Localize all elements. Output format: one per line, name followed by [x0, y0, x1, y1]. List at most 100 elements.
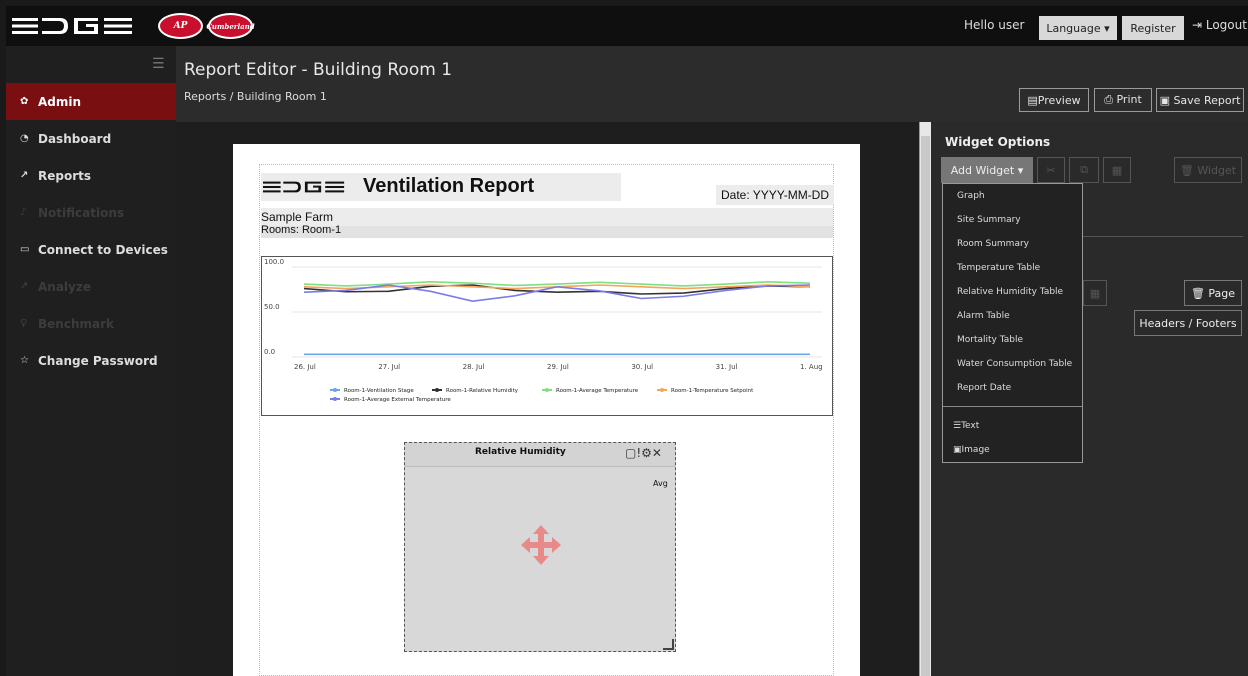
menu-item-room-summary[interactable]: Room Summary	[957, 239, 1029, 249]
menu-item-alarm-table[interactable]: Alarm Table	[957, 311, 1010, 321]
move-icon[interactable]	[519, 523, 563, 567]
sidebar-item-benchmark[interactable]: ♀ Benchmark	[6, 305, 176, 342]
edge-logo	[12, 18, 132, 34]
delete-page-button[interactable]: 🗑 Page	[1184, 280, 1242, 306]
menu-toggle-icon[interactable]: ☰	[152, 56, 165, 72]
register-button[interactable]: Register	[1122, 16, 1184, 40]
report-title: Ventilation Report	[363, 175, 535, 197]
trend-icon: ↗	[20, 281, 29, 292]
report-date[interactable]: Date: YYYY-MM-DD	[716, 185, 834, 205]
ap-badge: AP	[158, 13, 203, 39]
legend-marker	[545, 388, 549, 392]
add-widget-button[interactable]: Add Widget ▾	[941, 157, 1033, 183]
cumberland-badge: Cumberland	[206, 13, 255, 39]
legend-label: Room-1-Average Temperature	[556, 388, 639, 394]
widget-tools-icon[interactable]: ▢!⚙✕	[625, 446, 662, 460]
sidebar-item-admin[interactable]: ✿ Admin	[6, 83, 176, 120]
divider	[1083, 236, 1243, 237]
menu-item-water-table[interactable]: Water Consumption Table	[957, 359, 1072, 369]
paste-icon: ▦	[1103, 157, 1131, 183]
rooms-label: Rooms: Room-1	[261, 224, 342, 236]
breadcrumb[interactable]: Reports / Building Room 1	[184, 90, 327, 103]
language-button[interactable]: Language ▾	[1039, 16, 1117, 40]
widget-title: Relative Humidity	[475, 447, 566, 457]
edge-logo	[263, 181, 345, 193]
graph-widget[interactable]: 100.0 50.0 0.0 26. Jul 27. Jul 28. Jul 29. Jul…	[261, 256, 833, 416]
copy-icon: ⧉	[1069, 157, 1099, 183]
legend-label: Room-1-Average External Temperature	[344, 397, 451, 403]
add-widget-menu: Graph Site Summary Room Summary Temperat…	[942, 183, 1083, 463]
widget-options-panel: Widget Options Add Widget ▾ ✂ ⧉ ▦ 🗑 Widg…	[931, 122, 1248, 676]
sidebar-item-label: Admin	[38, 94, 82, 109]
sidebar-item-label: Notifications	[38, 205, 125, 220]
page-title: Report Editor - Building Room 1	[184, 60, 453, 80]
y-tick-label: 0.0	[264, 348, 275, 356]
legend-label: Room-1-Ventilation Stage	[344, 388, 414, 394]
farm-name: Sample Farm	[261, 210, 334, 224]
menu-item-graph[interactable]: Graph	[957, 191, 985, 201]
sidebar-item-label: Reports	[38, 168, 92, 183]
headers-footers-button[interactable]: Headers / Footers	[1134, 310, 1242, 336]
sidebar-item-change-password[interactable]: ☆ Change Password	[6, 342, 176, 379]
legend-marker	[660, 388, 664, 392]
sidebar-item-label: Benchmark	[38, 316, 114, 331]
sidebar-item-notifications[interactable]: ♪ Notifications	[6, 194, 176, 231]
menu-item-text[interactable]: ☰Text	[953, 421, 979, 431]
sidebar-item-label: Change Password	[38, 353, 158, 368]
y-tick-label: 50.0	[264, 303, 280, 311]
legend-marker	[435, 388, 439, 392]
widget-header: Relative Humidity ▢!⚙✕	[405, 443, 675, 467]
menu-item-image[interactable]: ▣Image	[953, 445, 990, 455]
x-tick-label: 28. Jul	[463, 363, 485, 371]
resize-handle-icon[interactable]	[661, 637, 675, 651]
humidity-widget[interactable]: Relative Humidity ▢!⚙✕ Avg	[404, 442, 676, 652]
menu-item-mortality-table[interactable]: Mortality Table	[957, 335, 1023, 345]
save-report-button[interactable]: ▣ Save Report	[1156, 88, 1244, 112]
menu-item-site-summary[interactable]: Site Summary	[957, 215, 1021, 225]
report-canvas: Ventilation Report Date: YYYY-MM-DD Samp…	[176, 122, 919, 676]
y-tick-label: 100.0	[264, 258, 284, 266]
gear-icon: ✿	[20, 96, 29, 107]
report-page: Ventilation Report Date: YYYY-MM-DD Samp…	[233, 144, 860, 676]
preview-button[interactable]: ▤Preview	[1019, 88, 1089, 112]
menu-divider	[943, 406, 1082, 407]
star-icon: ☆	[20, 355, 29, 366]
scrollbar-thumb[interactable]	[921, 136, 930, 676]
x-tick-label: 30. Jul	[631, 363, 653, 371]
paste-icon: ▦	[1083, 280, 1107, 306]
menu-item-humidity-table[interactable]: Relative Humidity Table	[957, 287, 1063, 297]
avg-label: Avg	[653, 479, 668, 488]
greeting: Hello user	[964, 18, 1025, 32]
menu-item-report-date[interactable]: Report Date	[957, 383, 1011, 393]
line-chart: 100.0 50.0 0.0 26. Jul 27. Jul 28. Jul 29. Jul…	[264, 258, 823, 403]
logout-link[interactable]: ⇥ Logout	[1192, 18, 1247, 32]
report-header[interactable]: Ventilation Report	[261, 173, 621, 201]
legend-label: Room-1-Relative Humidity	[446, 388, 519, 394]
legend-marker	[333, 388, 337, 392]
site-summary-band[interactable]	[261, 208, 833, 226]
sidebar-item-label: Dashboard	[38, 131, 112, 146]
pin-icon: ♀	[20, 318, 28, 329]
main-panel: Report Editor - Building Room 1 Reports …	[176, 46, 1248, 676]
top-bar: AP Cumberland Hello user Language ▾ Regi…	[6, 6, 1248, 46]
x-tick-label: 27. Jul	[378, 363, 400, 371]
dashboard-icon: ◔	[20, 133, 29, 144]
menu-item-temperature-table[interactable]: Temperature Table	[957, 263, 1040, 273]
print-button[interactable]: ⎙ Print	[1094, 88, 1152, 112]
sidebar: ☰ ✿ Admin ◔ Dashboard ↗ Reports ♪ Notificati…	[6, 46, 176, 676]
widget-options-title: Widget Options	[945, 135, 1051, 149]
sidebar-item-dashboard[interactable]: ◔ Dashboard	[6, 120, 176, 157]
sidebar-item-label: Connect to Devices	[38, 242, 168, 257]
delete-widget-button: 🗑 Widget	[1174, 157, 1242, 183]
x-tick-label: 31. Jul	[716, 363, 738, 371]
sidebar-item-label: Analyze	[38, 279, 91, 294]
x-tick-label: 1. Aug	[800, 363, 823, 371]
sidebar-item-connect-devices[interactable]: ▭ Connect to Devices	[6, 231, 176, 268]
sidebar-item-analyze[interactable]: ↗ Analyze	[6, 268, 176, 305]
cut-icon: ✂	[1037, 157, 1065, 183]
chart-icon: ↗	[20, 170, 29, 181]
bell-icon: ♪	[20, 207, 27, 218]
sidebar-item-reports[interactable]: ↗ Reports	[6, 157, 176, 194]
rooms-band	[261, 226, 833, 238]
legend-marker	[333, 397, 337, 401]
